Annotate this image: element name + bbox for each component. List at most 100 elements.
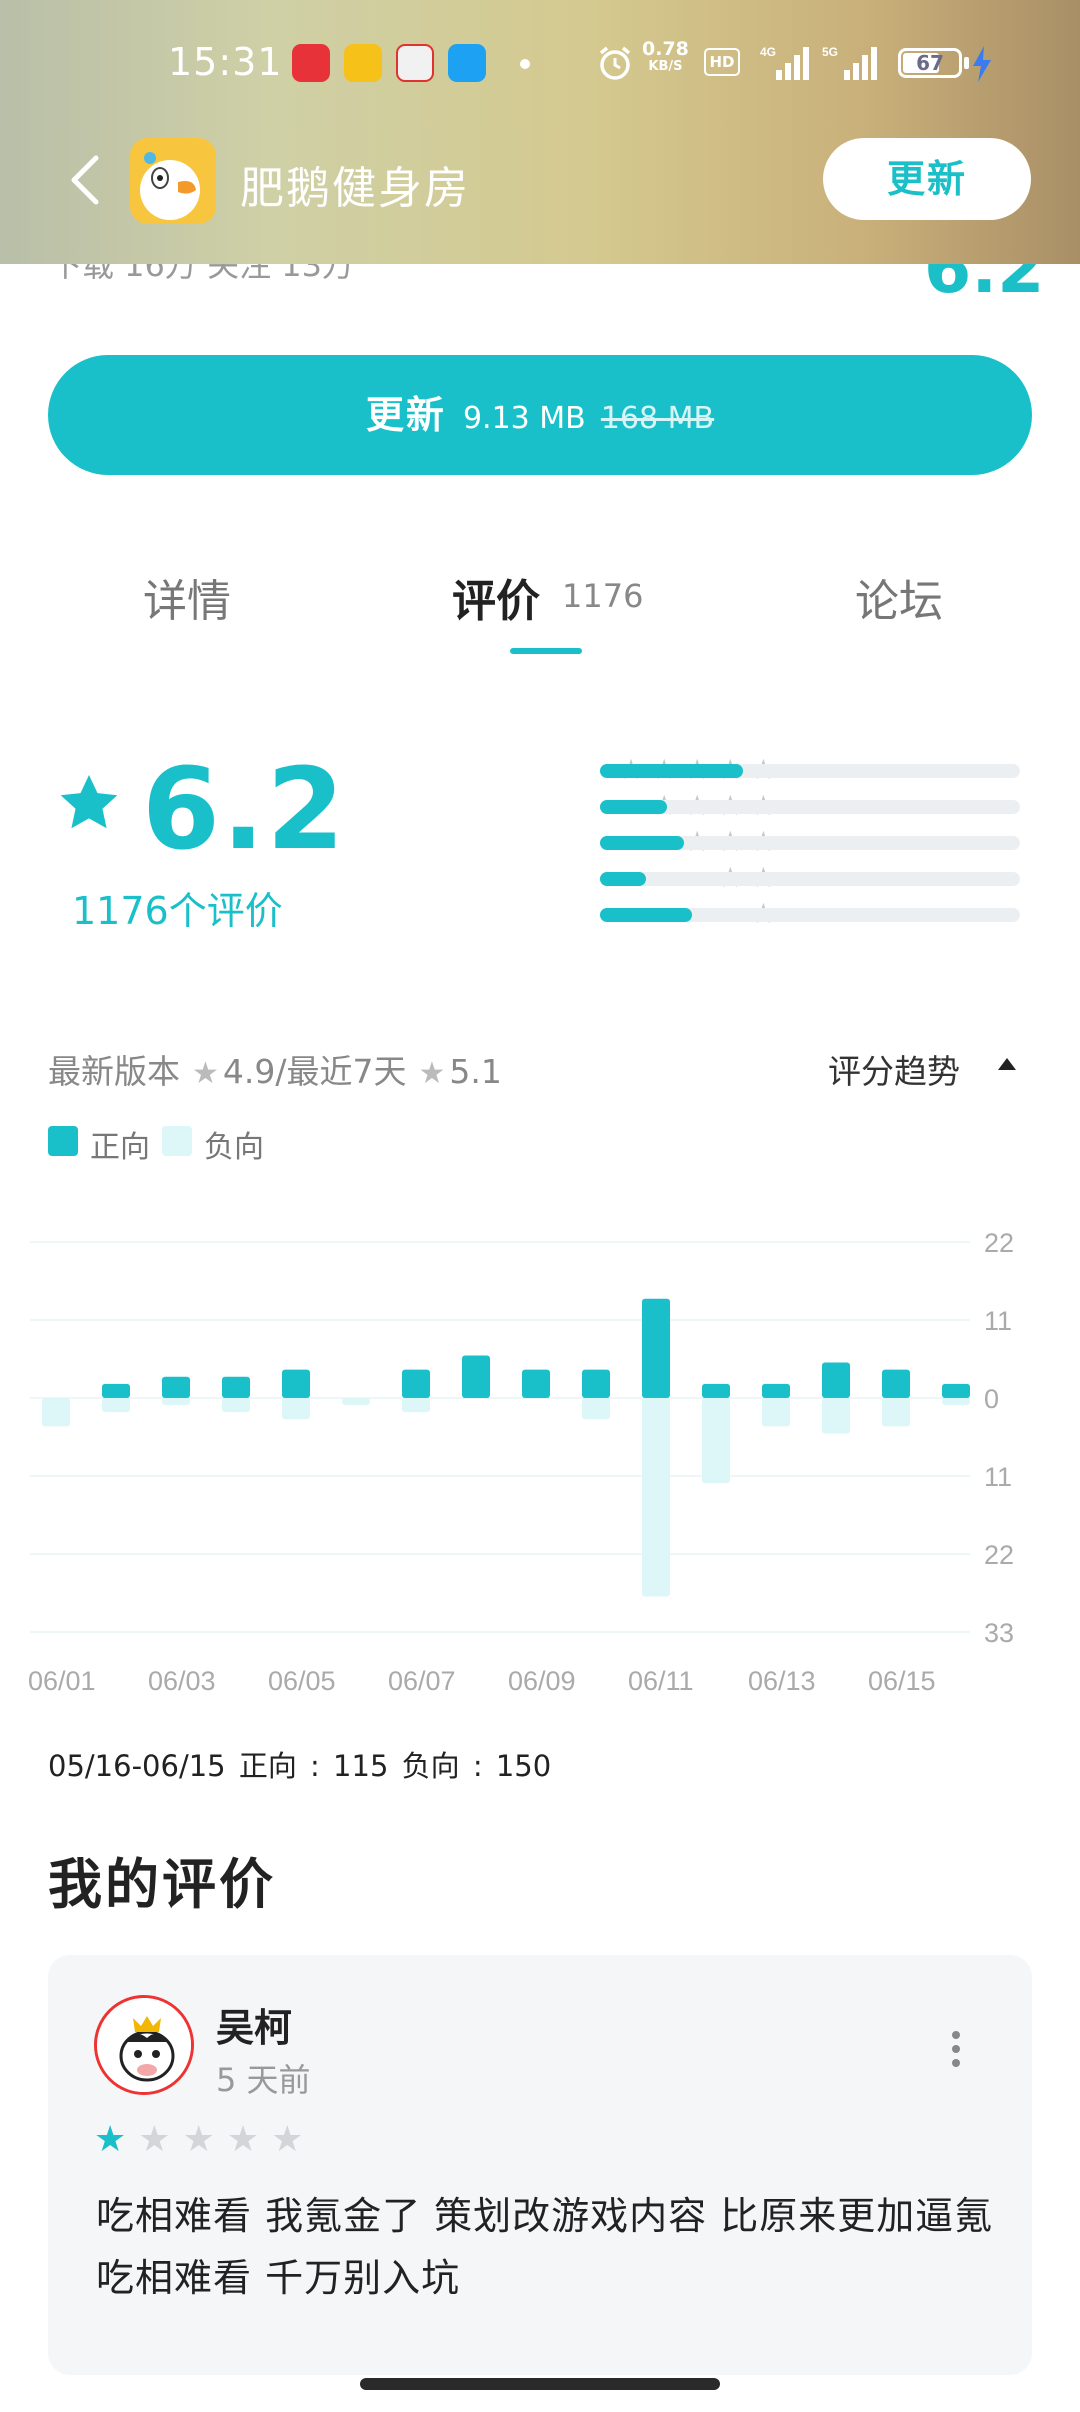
- rating-trend-chart: 22 11 0 11 22 33 06/01 06/03 06/05 06/07 06/09 06/1…: [28, 1228, 1014, 1696]
- bar-negative: [42, 1398, 70, 1427]
- rating-trend-toggle[interactable]: 评分趋势: [828, 1045, 960, 1093]
- star-icon: ★: [182, 2119, 215, 2160]
- y-tick-label: 11: [984, 1306, 1012, 1336]
- y-tick-label: 22: [984, 1540, 1014, 1570]
- update-old-size: 168 MB: [600, 401, 715, 436]
- y-tick-label: 22: [984, 1228, 1014, 1258]
- app-title: 肥鹅健身房: [240, 163, 470, 214]
- bar-negative: [402, 1398, 430, 1413]
- bar-positive: [402, 1369, 430, 1398]
- coupon-icon: [344, 44, 382, 82]
- distribution-row-2-star: ★★: [380, 860, 1020, 896]
- version-scores: 最新版本 ★ 4.9/最近7天 ★ 5.1: [48, 1052, 502, 1091]
- bar-negative: [162, 1398, 190, 1406]
- x-tick-label: 06/03: [148, 1666, 216, 1696]
- cow-avatar-icon: [97, 1998, 191, 2092]
- app-bar: 肥鹅健身房 更新: [0, 130, 1080, 230]
- tab-active-indicator: [510, 648, 582, 654]
- app-icon: [130, 138, 216, 224]
- tab-reviews-count: 1176: [562, 577, 644, 615]
- distribution-row-4-star: ★★★★: [380, 788, 1020, 824]
- more-notifications-dot: [520, 59, 530, 69]
- caret-up-icon[interactable]: [998, 1058, 1016, 1070]
- status-time: 15:31: [168, 40, 283, 84]
- summary-negative: 负向 : 150: [401, 1749, 552, 1783]
- latest-version-score: 4.9: [222, 1052, 276, 1091]
- rating-count: 1176个评价: [72, 889, 283, 933]
- bar-positive: [582, 1369, 610, 1398]
- battery-tip: [964, 57, 969, 69]
- rating-star-icon: [60, 774, 118, 829]
- distribution-track: [600, 908, 1020, 922]
- tab-reviews[interactable]: 评价: [452, 565, 540, 629]
- x-tick-label: 06/01: [28, 1666, 96, 1696]
- y-tick-label: 33: [984, 1618, 1014, 1648]
- x-tick-label: 06/09: [508, 1666, 576, 1696]
- bar-negative: [342, 1398, 370, 1406]
- star-icon: ★: [94, 2119, 127, 2160]
- bar-negative: [822, 1398, 850, 1434]
- net-speed: 0.78 KB/S: [642, 38, 689, 75]
- y-tick-label: 0: [984, 1384, 999, 1414]
- x-tick-label: 06/07: [388, 1666, 456, 1696]
- bar-positive: [462, 1355, 490, 1398]
- top-header: 15:31 0.78 KB/S HD 4G 5G 67 肥鹅健身房 更新: [0, 0, 1080, 264]
- bar-negative: [102, 1398, 130, 1413]
- bar-positive: [942, 1383, 970, 1398]
- tab-forum[interactable]: 论坛: [855, 565, 943, 629]
- star-icon: ★: [192, 1056, 219, 1091]
- summary-positive: 正向 : 115: [238, 1749, 389, 1783]
- my-review-title: 我的评价: [48, 1853, 276, 1916]
- avatar[interactable]: [94, 1995, 194, 2095]
- bar-positive: [102, 1383, 130, 1398]
- bar-negative: [762, 1398, 790, 1427]
- star-icon: ★: [418, 1056, 446, 1091]
- bar-negative: [642, 1398, 670, 1597]
- reviewer-name: 吴柯: [216, 2006, 293, 2050]
- bar-positive: [162, 1376, 190, 1398]
- bar-negative: [282, 1398, 310, 1420]
- legend-negative-label: 负向: [204, 1130, 264, 1165]
- bar-positive: [282, 1369, 310, 1398]
- bar-negative: [702, 1398, 730, 1484]
- rating-score: 6.2: [142, 745, 347, 875]
- bar-negative: [222, 1398, 250, 1413]
- more-options-icon[interactable]: [946, 2025, 966, 2085]
- review-star-rating: ★ ★ ★ ★ ★: [94, 2120, 303, 2160]
- x-tick-label: 06/15: [868, 1666, 936, 1696]
- distribution-bar: [600, 908, 693, 922]
- tab-details[interactable]: 详情: [143, 565, 231, 629]
- bar-positive: [522, 1369, 550, 1398]
- latest-version-label: 最新版本: [48, 1052, 180, 1091]
- charging-icon: [973, 46, 991, 82]
- weibo-icon: [396, 44, 434, 82]
- x-tick-label: 06/11: [628, 1666, 694, 1696]
- update-button[interactable]: 更新 9.13 MB 168 MB: [48, 355, 1032, 475]
- distribution-row-3-star: ★★★: [380, 824, 1020, 860]
- bar-positive: [642, 1298, 670, 1398]
- trend-summary: 05/16-06/15 正向 : 115 负向 : 150: [48, 1743, 551, 1785]
- home-indicator[interactable]: [360, 2378, 720, 2390]
- distribution-track: [600, 764, 1020, 778]
- distribution-bar: [600, 764, 743, 778]
- header-update-button[interactable]: 更新: [823, 138, 1031, 220]
- bar-positive: [222, 1376, 250, 1398]
- summary-range: 05/16-06/15: [48, 1749, 226, 1783]
- battery-icon: 67: [898, 48, 962, 78]
- distribution-bar: [600, 872, 647, 886]
- star-icon: ★: [226, 2119, 260, 2160]
- bar-positive: [702, 1383, 730, 1398]
- legend-positive-label: 正向: [90, 1130, 150, 1165]
- update-button-label: 更新: [365, 393, 446, 437]
- review-time: 5 天前: [216, 2061, 311, 2099]
- bar-positive: [882, 1369, 910, 1398]
- tencent-video-icon: [448, 44, 486, 82]
- bar-negative: [582, 1398, 610, 1420]
- my-review-card[interactable]: 吴柯 5 天前 ★ ★ ★ ★ ★ 吃相难看 我氪金了 策划改游戏内容 比原来更加逼氪 …: [48, 1955, 1032, 2375]
- goose-logo-icon: [130, 138, 216, 224]
- back-arrow-icon[interactable]: [60, 150, 120, 210]
- star-icon: ★: [138, 2119, 171, 2160]
- signal-4g-icon: 4G: [760, 45, 809, 80]
- xiaohongshu-icon: [292, 44, 330, 82]
- x-tick-label: 06/13: [748, 1666, 816, 1696]
